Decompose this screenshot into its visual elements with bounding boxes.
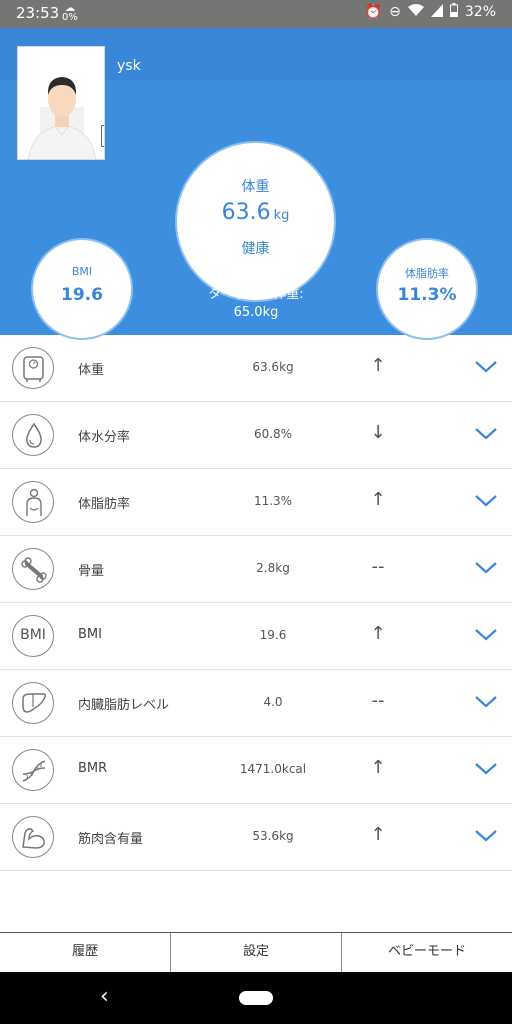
weight-value: 63.6 [221, 200, 271, 225]
target-label: ターゲット体重: [208, 287, 304, 302]
liver-icon [12, 682, 54, 724]
battery-text: 32% [464, 4, 496, 20]
metric-value: 53.6kg [252, 829, 294, 843]
chevron-down-icon[interactable] [474, 359, 498, 375]
tab-baby-mode[interactable]: ベビーモード [342, 933, 512, 973]
weight-label: 体重 [241, 179, 270, 195]
chevron-down-icon[interactable] [474, 560, 498, 576]
metric-name: 体重 [78, 363, 105, 378]
body-fat-label: 体脂肪率 [405, 267, 449, 280]
metric-name: 体脂肪率 [78, 497, 131, 512]
bottom-tab-bar: 履歴 設定 ベビーモード [0, 932, 512, 973]
body-fat-value: 11.3% [397, 285, 457, 305]
body-fat-icon [12, 481, 54, 523]
weight-value-line: 63.6 kg [180, 200, 331, 225]
weight-unit: kg [273, 208, 290, 223]
metric-row-water[interactable]: 体水分率 60.8% ↓ [0, 402, 512, 469]
trend-indicator: ↑ [370, 355, 386, 376]
add-photo-button[interactable]: + [101, 125, 104, 147]
chevron-down-icon[interactable] [474, 426, 498, 442]
muscle-icon [12, 816, 54, 858]
metric-value: 63.6kg [252, 360, 294, 374]
scale-icon [12, 347, 54, 389]
home-pill[interactable] [239, 991, 273, 1005]
trend-indicator: ↑ [370, 757, 386, 778]
metric-name: BMI [78, 627, 102, 642]
bmi-icon-text: BMI [20, 627, 46, 643]
chevron-down-icon[interactable] [474, 828, 498, 844]
trend-indicator: ↑ [370, 824, 386, 845]
metric-row-weight[interactable]: 体重 63.6kg ↑ [0, 335, 512, 402]
metric-name: 筋肉含有量 [78, 832, 144, 847]
dna-icon [12, 749, 54, 791]
water-drop-icon [12, 414, 54, 456]
avatar-illustration [27, 77, 97, 159]
metric-value: 19.6 [259, 628, 287, 642]
chevron-down-icon[interactable] [474, 493, 498, 509]
metric-row-body-fat[interactable]: 体脂肪率 11.3% ↑ [0, 469, 512, 536]
metric-name: BMR [78, 761, 108, 776]
body-fat-circle[interactable]: 体脂肪率 11.3% [381, 243, 473, 335]
bmi-value: 19.6 [61, 285, 103, 305]
metric-value: 11.3% [253, 494, 293, 508]
status-bar: 23:53 ☁ 0% ⏰ ⊖ 32% [0, 0, 512, 28]
metrics-list: 体重 63.6kg ↑ 体水分率 60.8% ↓ 体脂肪率 11.3% ↑ 骨量… [0, 335, 512, 871]
metric-name: 体水分率 [78, 430, 131, 445]
metric-row-bone[interactable]: 骨量 2.8kg -- [0, 536, 512, 603]
system-nav-bar: ‹ [0, 972, 512, 1024]
status-icons: ⏰ ⊖ 32% [365, 3, 496, 21]
signal-icon [430, 3, 443, 21]
chevron-down-icon[interactable] [474, 627, 498, 643]
weight-status: 健康 [241, 241, 270, 257]
tab-settings[interactable]: 設定 [171, 933, 342, 973]
tab-history[interactable]: 履歴 [0, 933, 171, 973]
bmi-label: BMI [71, 265, 93, 278]
target-weight: ターゲット体重: 65.0kg [190, 286, 322, 322]
status-time: 23:53 [16, 4, 60, 22]
metric-name: 内臓脂肪レベル [78, 698, 170, 713]
weather-precip: ☁ 0% [62, 3, 78, 23]
summary-header: + ysk 体重 63.6kg 健康 BMI 19.6 体脂肪率 11.3% タ… [0, 28, 512, 335]
metric-row-bmi[interactable]: BMI BMI 19.6 ↑ [0, 603, 512, 670]
metric-name: 骨量 [78, 564, 105, 579]
metric-value: 2.8kg [256, 561, 290, 575]
battery-icon [449, 3, 458, 21]
metric-value: 60.8% [253, 427, 293, 441]
metric-row-muscle[interactable]: 筋肉含有量 53.6kg ↑ [0, 804, 512, 871]
alarm-icon: ⏰ [364, 4, 383, 20]
back-icon[interactable]: ‹ [100, 984, 109, 1009]
bone-icon [12, 548, 54, 590]
metric-row-bmr[interactable]: BMR 1471.0kcal ↑ [0, 737, 512, 804]
precip-text: 0% [62, 12, 78, 23]
wifi-icon [407, 3, 424, 21]
username: ysk [117, 58, 141, 74]
trend-indicator: -- [371, 556, 385, 577]
trend-indicator: ↑ [370, 489, 386, 510]
trend-indicator: ↓ [370, 422, 386, 443]
do-not-disturb-icon: ⊖ [389, 4, 401, 20]
bmi-circle[interactable]: BMI 19.6 [36, 243, 128, 335]
weight-circle[interactable]: 体重 63.6 kg 健康 [180, 146, 331, 297]
target-value: 65.0kg [233, 305, 279, 320]
metric-row-visceral-fat[interactable]: 内臓脂肪レベル 4.0 -- [0, 670, 512, 737]
chevron-down-icon[interactable] [474, 761, 498, 777]
trend-indicator: ↑ [370, 623, 386, 644]
bmi-icon: BMI [12, 615, 54, 657]
metric-value: 4.0 [263, 695, 283, 709]
metric-value: 1471.0kcal [239, 762, 307, 776]
trend-indicator: -- [371, 690, 385, 711]
chevron-down-icon[interactable] [474, 694, 498, 710]
avatar[interactable]: + [17, 46, 105, 160]
